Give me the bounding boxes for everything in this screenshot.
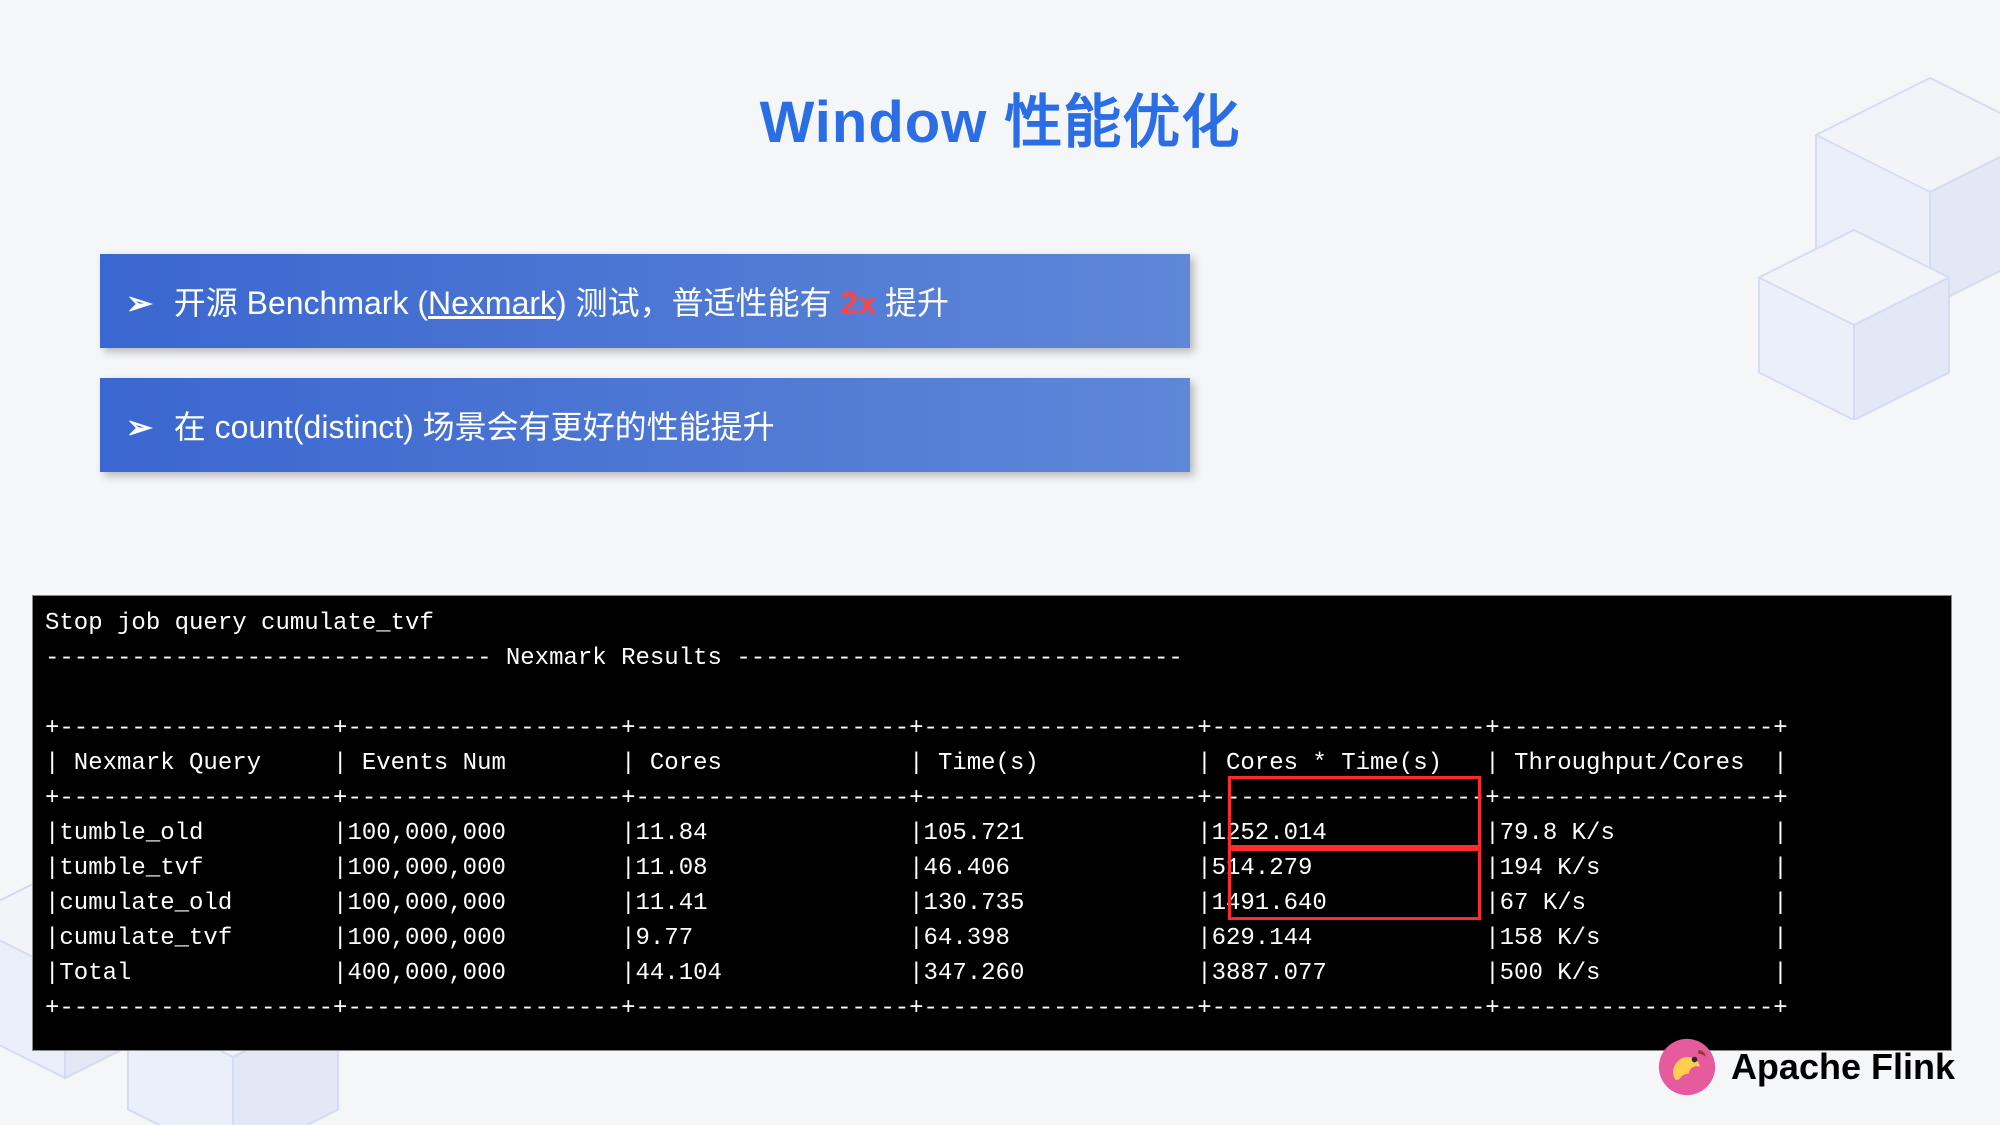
bullet-2: ➢ 在 count(distinct) 场景会有更好的性能提升 xyxy=(100,378,1190,472)
flink-logo-icon xyxy=(1657,1037,1717,1097)
bullet-arrow-icon: ➢ xyxy=(126,408,153,446)
bullet-arrow-icon: ➢ xyxy=(126,284,153,322)
footer-logo: Apache Flink xyxy=(1657,1037,1955,1097)
bullet-1-highlight: 2x xyxy=(840,285,876,321)
terminal-output: Stop job query cumulate_tvf ------------… xyxy=(32,595,1952,1051)
bullet-2-text: 在 count(distinct) 场景会有更好的性能提升 xyxy=(174,409,775,445)
bullet-1-text-mid: ) 测试，普适性能有 xyxy=(556,285,840,321)
footer-brand: Apache Flink xyxy=(1731,1046,1955,1088)
highlight-box-2 xyxy=(1228,848,1481,920)
bullet-1-link: Nexmark xyxy=(428,285,556,321)
slide-title: Window 性能优化 xyxy=(100,75,1900,159)
highlight-box-1 xyxy=(1228,776,1481,848)
bullet-1-text-post: 提升 xyxy=(876,285,949,321)
slide: Window 性能优化 ➢ 开源 Benchmark (Nexmark) 测试，… xyxy=(0,0,2000,1125)
bullet-1: ➢ 开源 Benchmark (Nexmark) 测试，普适性能有 2x 提升 xyxy=(100,254,1190,348)
bullet-1-text-pre: 开源 Benchmark ( xyxy=(174,285,428,321)
